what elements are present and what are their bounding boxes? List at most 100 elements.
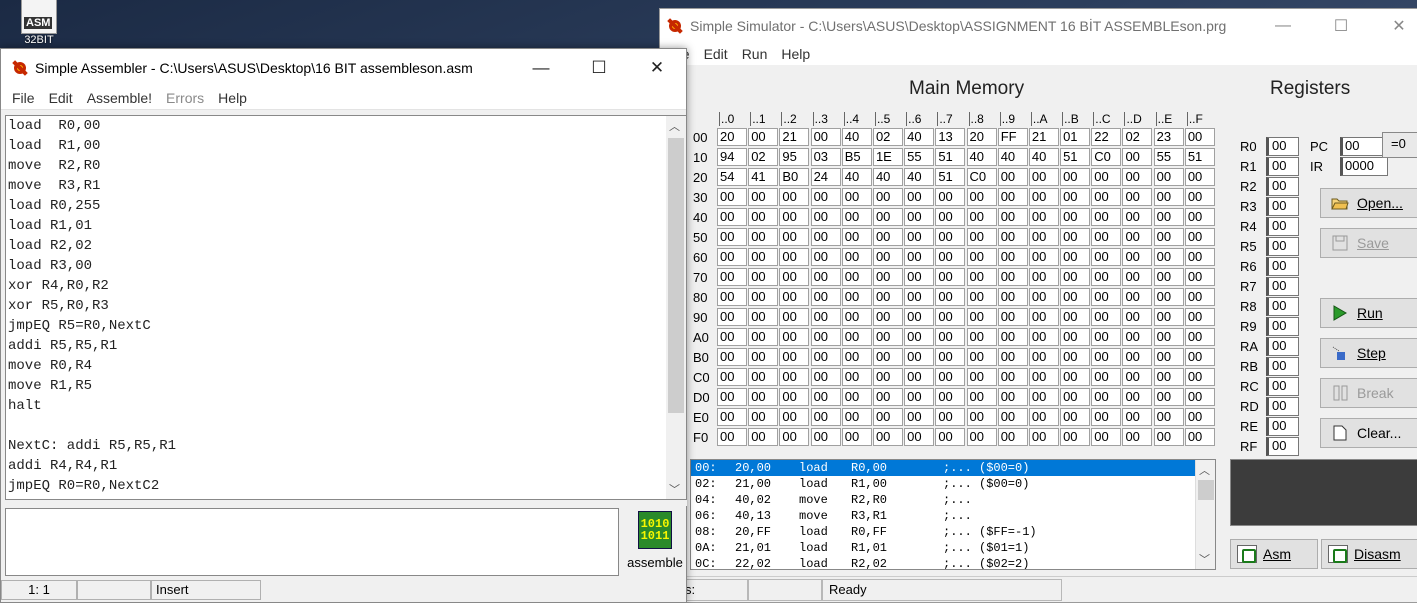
disassembly-line[interactable]: 02: 21,00 load R1,00 ;... ($00=0) bbox=[691, 476, 1215, 492]
memory-cell[interactable]: 00 bbox=[872, 408, 903, 426]
assemble-button[interactable]: 1010 1011 assemble bbox=[625, 511, 685, 575]
memory-cell[interactable]: 00 bbox=[1028, 168, 1059, 186]
memory-cell[interactable]: 00 bbox=[779, 248, 810, 266]
memory-cell[interactable]: C0 bbox=[966, 168, 997, 186]
memory-cell[interactable]: 00 bbox=[1122, 368, 1153, 386]
memory-cell[interactable]: 00 bbox=[1091, 228, 1122, 246]
memory-cell[interactable]: 00 bbox=[997, 208, 1028, 226]
memory-cell[interactable]: 00 bbox=[748, 388, 779, 406]
memory-cell[interactable]: 00 bbox=[935, 308, 966, 326]
memory-cell[interactable]: 00 bbox=[935, 188, 966, 206]
memory-cell[interactable]: 00 bbox=[1028, 288, 1059, 306]
memory-cell[interactable]: 00 bbox=[1028, 328, 1059, 346]
code-editor[interactable]: load R0,00 load R1,00 move R2,R0 move R3,R1… bbox=[5, 115, 687, 500]
memory-cell[interactable]: 00 bbox=[904, 208, 935, 226]
code-line[interactable]: load R2,02 bbox=[6, 236, 686, 256]
memory-cell[interactable]: 23 bbox=[1153, 128, 1184, 146]
disassembly-line[interactable]: 00: 20,00 load R0,00 ;... ($00=0) bbox=[691, 460, 1215, 476]
memory-cell[interactable]: 00 bbox=[966, 428, 997, 446]
memory-cell[interactable]: 00 bbox=[810, 328, 841, 346]
memory-cell[interactable]: 00 bbox=[1091, 168, 1122, 186]
memory-cell[interactable]: 00 bbox=[1184, 188, 1215, 206]
memory-cell[interactable]: 00 bbox=[904, 188, 935, 206]
memory-cell[interactable]: 00 bbox=[748, 368, 779, 386]
memory-cell[interactable]: 00 bbox=[779, 368, 810, 386]
register-value[interactable]: 00 bbox=[1266, 236, 1299, 256]
memory-cell[interactable]: 00 bbox=[872, 228, 903, 246]
menu-assemble[interactable]: Assemble! bbox=[80, 90, 159, 106]
simulator-titlebar[interactable]: Simple Simulator - C:\Users\ASUS\Desktop… bbox=[660, 9, 1417, 42]
register-value[interactable]: 00 bbox=[1266, 336, 1299, 356]
memory-cell[interactable]: 00 bbox=[810, 308, 841, 326]
memory-cell[interactable]: 00 bbox=[841, 288, 872, 306]
memory-cell[interactable]: 40 bbox=[904, 168, 935, 186]
chevron-up-icon[interactable]: ︿ bbox=[1199, 462, 1210, 478]
memory-cell[interactable]: 00 bbox=[1028, 208, 1059, 226]
memory-cell[interactable]: 00 bbox=[872, 288, 903, 306]
memory-cell[interactable]: 00 bbox=[841, 328, 872, 346]
memory-cell[interactable]: 00 bbox=[1122, 208, 1153, 226]
memory-cell[interactable]: 00 bbox=[779, 328, 810, 346]
memory-cell[interactable]: 00 bbox=[1153, 188, 1184, 206]
minimize-icon[interactable]: — bbox=[1254, 9, 1312, 42]
memory-cell[interactable]: 00 bbox=[1060, 168, 1091, 186]
memory-cell[interactable]: 00 bbox=[904, 368, 935, 386]
memory-cell[interactable]: 00 bbox=[841, 308, 872, 326]
memory-cell[interactable]: 01 bbox=[1060, 128, 1091, 146]
memory-cell[interactable]: 00 bbox=[904, 228, 935, 246]
memory-cell[interactable]: 00 bbox=[966, 408, 997, 426]
memory-cell[interactable]: 40 bbox=[841, 168, 872, 186]
memory-cell[interactable]: 00 bbox=[1028, 408, 1059, 426]
memory-cell[interactable]: 00 bbox=[1122, 148, 1153, 166]
memory-cell[interactable]: 94 bbox=[717, 148, 747, 166]
memory-cell[interactable]: 00 bbox=[717, 288, 747, 306]
save-button[interactable]: Save bbox=[1320, 228, 1417, 258]
register-value[interactable]: 00 bbox=[1266, 356, 1299, 376]
memory-cell[interactable]: 00 bbox=[1060, 428, 1091, 446]
memory-cell[interactable]: 40 bbox=[904, 128, 935, 146]
memory-cell[interactable]: 51 bbox=[1184, 148, 1215, 166]
memory-cell[interactable]: 00 bbox=[1184, 308, 1215, 326]
memory-cell[interactable]: 00 bbox=[810, 188, 841, 206]
menu-run[interactable]: Run bbox=[735, 46, 775, 62]
memory-cell[interactable]: 95 bbox=[779, 148, 810, 166]
memory-cell[interactable]: 00 bbox=[935, 368, 966, 386]
memory-cell[interactable]: 40 bbox=[872, 168, 903, 186]
memory-cell[interactable]: 00 bbox=[872, 428, 903, 446]
memory-cell[interactable]: 00 bbox=[779, 268, 810, 286]
memory-cell[interactable]: 00 bbox=[1060, 228, 1091, 246]
disassembly-line[interactable]: 08: 20,FF load R0,FF ;... ($FF=-1) bbox=[691, 524, 1215, 540]
memory-cell[interactable]: 00 bbox=[779, 228, 810, 246]
memory-cell[interactable]: 00 bbox=[1028, 368, 1059, 386]
memory-cell[interactable]: 00 bbox=[935, 288, 966, 306]
memory-cell[interactable]: 00 bbox=[810, 348, 841, 366]
memory-cell[interactable]: 00 bbox=[1091, 188, 1122, 206]
memory-cell[interactable]: B0 bbox=[779, 168, 810, 186]
pc-value[interactable]: 00 bbox=[1340, 136, 1388, 156]
memory-cell[interactable]: 54 bbox=[717, 168, 747, 186]
memory-cell[interactable]: 00 bbox=[1184, 248, 1215, 266]
memory-cell[interactable]: 00 bbox=[717, 408, 747, 426]
memory-cell[interactable]: 00 bbox=[966, 288, 997, 306]
code-line[interactable]: load R1,00 bbox=[6, 136, 686, 156]
memory-cell[interactable]: 00 bbox=[935, 248, 966, 266]
memory-cell[interactable]: 00 bbox=[997, 248, 1028, 266]
memory-cell[interactable]: 00 bbox=[1184, 208, 1215, 226]
memory-cell[interactable]: 55 bbox=[1153, 148, 1184, 166]
memory-cell[interactable]: 00 bbox=[779, 308, 810, 326]
memory-cell[interactable]: 00 bbox=[1153, 368, 1184, 386]
memory-cell[interactable]: 00 bbox=[1060, 308, 1091, 326]
memory-cell[interactable]: 00 bbox=[904, 288, 935, 306]
memory-cell[interactable]: B5 bbox=[841, 148, 872, 166]
memory-cell[interactable]: 00 bbox=[1028, 428, 1059, 446]
memory-cell[interactable]: 00 bbox=[841, 268, 872, 286]
memory-cell[interactable]: 00 bbox=[935, 408, 966, 426]
memory-cell[interactable]: 00 bbox=[1091, 308, 1122, 326]
code-line[interactable]: xor R5,R0,R3 bbox=[6, 296, 686, 316]
memory-cell[interactable]: 40 bbox=[997, 148, 1028, 166]
memory-cell[interactable]: 00 bbox=[1060, 268, 1091, 286]
asm-button[interactable]: Asm bbox=[1230, 539, 1318, 569]
code-line[interactable]: NextC: addi R5,R5,R1 bbox=[6, 436, 686, 456]
memory-cell[interactable]: 00 bbox=[1060, 328, 1091, 346]
memory-cell[interactable]: 00 bbox=[810, 368, 841, 386]
